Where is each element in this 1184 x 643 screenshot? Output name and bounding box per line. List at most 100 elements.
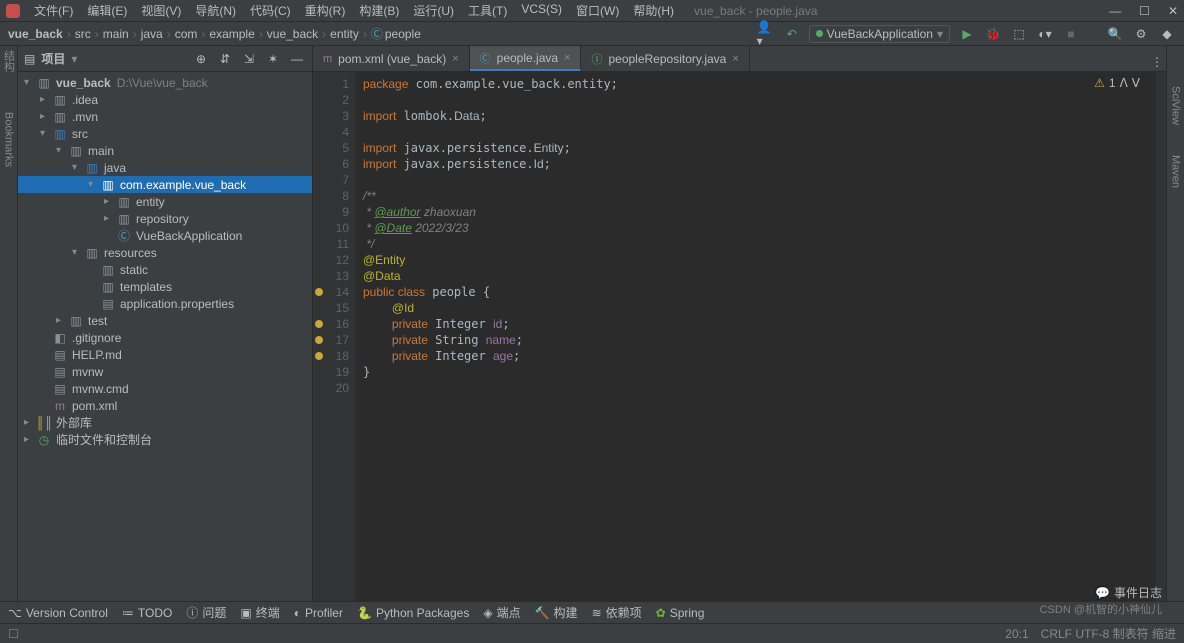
close-icon[interactable]: × <box>564 52 570 64</box>
tool-problems[interactable]: ⓘ问题 <box>186 604 226 621</box>
tool-endpoints[interactable]: ◈端点 <box>483 604 520 621</box>
status-bar: ☐ 20:1 CRLF UTF-8 制表符 缩进 <box>0 623 1184 643</box>
collapse-icon[interactable]: ⇲ <box>240 50 258 68</box>
run-config-select[interactable]: VueBackApplication▾ <box>809 25 950 43</box>
tree-item[interactable]: ▸▥.idea <box>18 91 312 108</box>
tree-item[interactable]: ▾▥java <box>18 159 312 176</box>
close-button[interactable]: ✕ <box>1168 4 1178 18</box>
tool-todo[interactable]: ≔TODO <box>122 606 172 620</box>
warning-marker[interactable] <box>315 288 323 296</box>
tree-item[interactable]: ▸▥entity <box>18 193 312 210</box>
run-button[interactable]: ▶ <box>958 25 976 43</box>
tree-external[interactable]: ▸║║外部库 <box>18 414 312 431</box>
crumb[interactable]: entity <box>330 27 359 41</box>
crumb-root[interactable]: vue_back <box>8 27 63 41</box>
menu-window[interactable]: 窗口(W) <box>570 0 625 21</box>
close-icon[interactable]: × <box>452 53 458 65</box>
tool-vcs[interactable]: ⌥Version Control <box>8 606 108 620</box>
tool-spring[interactable]: ✿Spring <box>656 606 705 620</box>
tab-pom[interactable]: mpom.xml (vue_back)× <box>313 46 470 71</box>
tree-item[interactable]: ▾▥src <box>18 125 312 142</box>
tree-item[interactable]: ▤mvnw <box>18 363 312 380</box>
code-editor[interactable]: 12345678910111213 14 15 16 17 18 1920 pa… <box>313 72 1166 601</box>
crumb[interactable]: vue_back <box>267 27 318 41</box>
tool-sciview[interactable]: SciView <box>1170 86 1182 125</box>
tool-terminal[interactable]: ▣终端 <box>240 604 279 621</box>
status-icon[interactable]: ☐ <box>8 627 19 641</box>
editor-tabs: mpom.xml (vue_back)× Ⓒpeople.java× Ⓘpeop… <box>313 46 1166 72</box>
maximize-button[interactable]: ☐ <box>1139 4 1150 18</box>
menu-tools[interactable]: 工具(T) <box>462 0 513 21</box>
warning-marker[interactable] <box>315 352 323 360</box>
tool-build[interactable]: 🔨构建 <box>535 604 578 621</box>
hide-icon[interactable]: — <box>288 50 306 68</box>
tree-item[interactable]: ▾▥main <box>18 142 312 159</box>
tabs-more-icon[interactable]: ⋮ <box>1148 53 1166 71</box>
tool-deps[interactable]: ≋依赖项 <box>592 604 642 621</box>
menu-nav[interactable]: 导航(N) <box>189 0 242 21</box>
tool-structure[interactable]: 结构 <box>1 50 17 72</box>
tree-item[interactable]: ▤application.properties <box>18 295 312 312</box>
profile-button[interactable]: ◐▾ <box>1036 25 1054 43</box>
tree-item[interactable]: ▸▥test <box>18 312 312 329</box>
main-menu: 文件(F) 编辑(E) 视图(V) 导航(N) 代码(C) 重构(R) 构建(B… <box>28 0 680 21</box>
back-icon[interactable]: ↶ <box>783 25 801 43</box>
menu-run[interactable]: 运行(U) <box>407 0 460 21</box>
tree-item[interactable]: ▤mvnw.cmd <box>18 380 312 397</box>
tree-scratch[interactable]: ▸◷临时文件和控制台 <box>18 431 312 448</box>
crumb[interactable]: main <box>103 27 129 41</box>
crumb[interactable]: com <box>175 27 198 41</box>
inspection-badge[interactable]: ⚠1 ᐱ ᐯ <box>1094 76 1140 90</box>
user-icon[interactable]: 👤▾ <box>757 25 775 43</box>
tree-item[interactable]: ▥static <box>18 261 312 278</box>
settings-icon[interactable]: ⚙ <box>1132 25 1150 43</box>
plugin-icon[interactable]: ◆ <box>1158 25 1176 43</box>
menu-edit[interactable]: 编辑(E) <box>81 0 133 21</box>
tree-item[interactable]: ▾▥resources <box>18 244 312 261</box>
tree-item[interactable]: ▸▥.mvn <box>18 108 312 125</box>
tool-pypkg[interactable]: 🐍Python Packages <box>357 606 469 620</box>
menu-vcs[interactable]: VCS(S) <box>515 0 568 21</box>
app-logo <box>6 4 20 18</box>
debug-button[interactable]: 🐞 <box>984 25 1002 43</box>
event-log-button[interactable]: 💬事件日志 <box>1095 584 1162 601</box>
tree-item[interactable]: mpom.xml <box>18 397 312 414</box>
menu-view[interactable]: 视图(V) <box>135 0 187 21</box>
caret-position[interactable]: 20:1 <box>1005 627 1028 641</box>
tree-item[interactable]: ▸▥repository <box>18 210 312 227</box>
scroll-indicator[interactable] <box>1156 72 1166 601</box>
tool-profiler[interactable]: ◐Profiler <box>294 606 343 620</box>
crumb[interactable]: example <box>209 27 254 41</box>
coverage-button[interactable]: ⬚ <box>1010 25 1028 43</box>
warning-marker[interactable] <box>315 336 323 344</box>
crumb-file[interactable]: Ⓒpeople <box>371 25 421 42</box>
tab-repo[interactable]: ⒾpeopleRepository.java× <box>581 46 749 71</box>
warning-marker[interactable] <box>315 320 323 328</box>
tree-item-selected[interactable]: ▾▥com.example.vue_back <box>18 176 312 193</box>
stop-button[interactable]: ■ <box>1062 25 1080 43</box>
minimize-button[interactable]: — <box>1109 4 1121 18</box>
tree-item[interactable]: ▤HELP.md <box>18 346 312 363</box>
encoding-info[interactable]: CRLF UTF-8 制表符 缩进 <box>1041 625 1176 642</box>
search-icon[interactable]: 🔍 <box>1106 25 1124 43</box>
menu-refactor[interactable]: 重构(R) <box>299 0 352 21</box>
code-text[interactable]: package com.example.vue_back.entity; imp… <box>355 72 1166 601</box>
tree-root[interactable]: ▾▥vue_backD:\Vue\vue_back <box>18 74 312 91</box>
project-tree[interactable]: ▾▥vue_backD:\Vue\vue_back ▸▥.idea ▸▥.mvn… <box>18 72 312 601</box>
select-opened-icon[interactable]: ⊕ <box>192 50 210 68</box>
close-icon[interactable]: × <box>732 53 738 65</box>
menu-code[interactable]: 代码(C) <box>244 0 297 21</box>
gear-icon[interactable]: ✶ <box>264 50 282 68</box>
tree-item[interactable]: ◧.gitignore <box>18 329 312 346</box>
menu-help[interactable]: 帮助(H) <box>627 0 680 21</box>
menu-file[interactable]: 文件(F) <box>28 0 79 21</box>
tab-people[interactable]: Ⓒpeople.java× <box>470 46 582 71</box>
crumb[interactable]: src <box>75 27 91 41</box>
expand-icon[interactable]: ⇵ <box>216 50 234 68</box>
crumb[interactable]: java <box>141 27 163 41</box>
tool-maven[interactable]: Maven <box>1170 155 1182 188</box>
menu-build[interactable]: 构建(B) <box>353 0 405 21</box>
tool-bookmarks[interactable]: Bookmarks <box>3 112 15 167</box>
tree-item[interactable]: ▥templates <box>18 278 312 295</box>
tree-item[interactable]: ⒸVueBackApplication <box>18 227 312 244</box>
